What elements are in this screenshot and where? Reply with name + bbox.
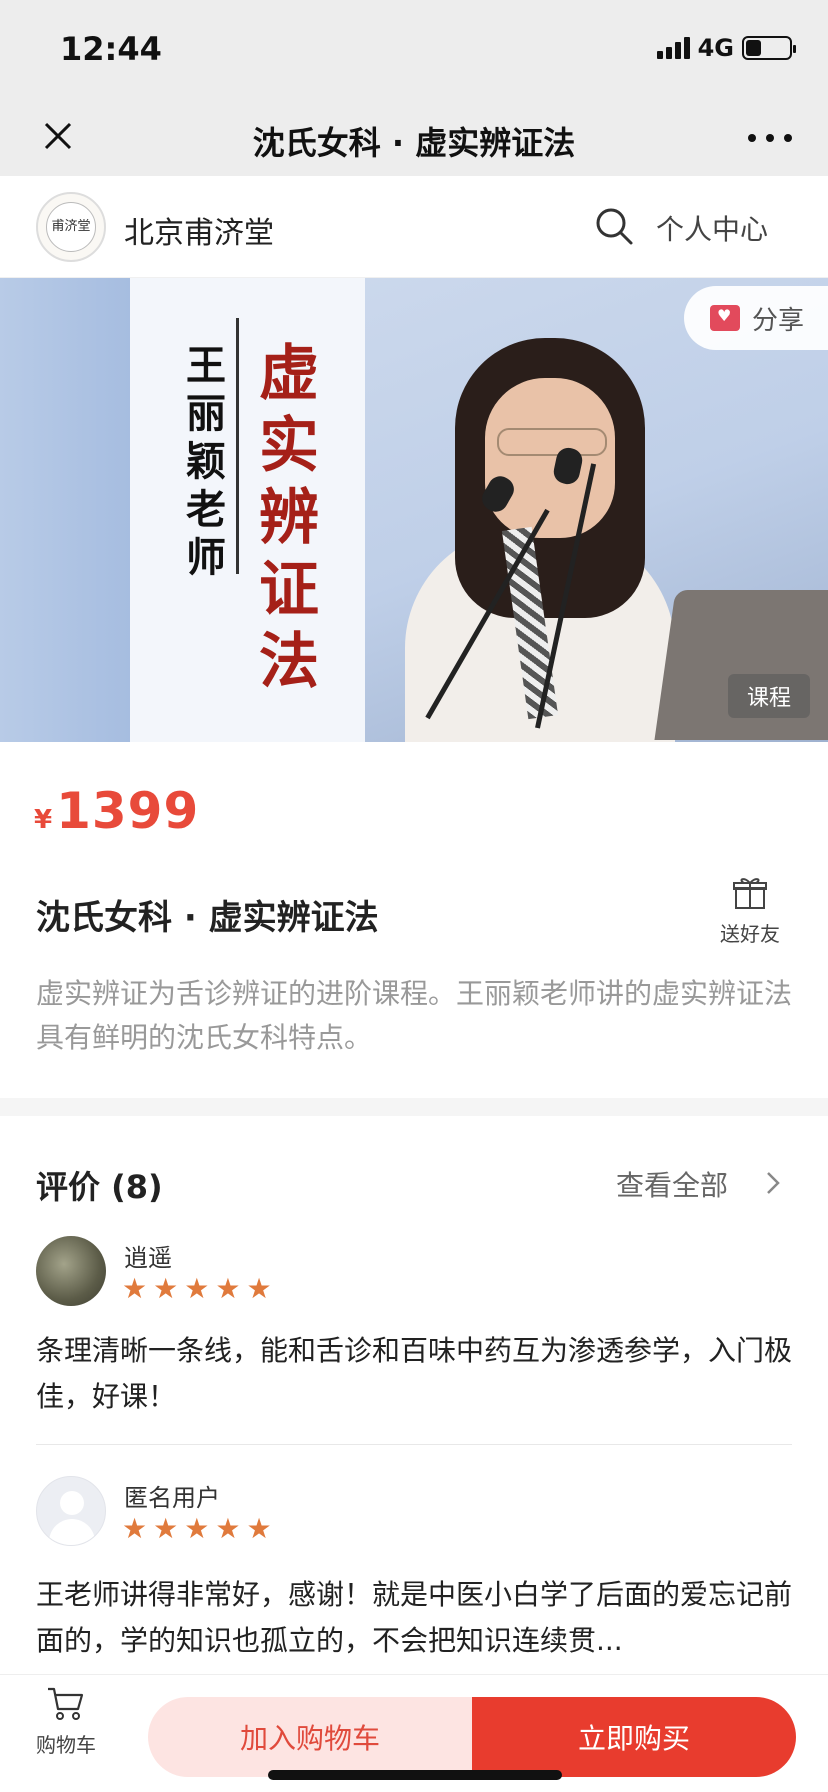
view-all-reviews-link[interactable]: 查看全部	[616, 1164, 728, 1204]
avatar	[36, 1476, 106, 1546]
network-label: 4G	[697, 34, 734, 62]
gift-label: 送好友	[720, 922, 780, 946]
section-divider	[0, 1098, 828, 1116]
page-title: 沈氏女科 · 虚实辨证法	[252, 124, 576, 162]
star-icon: ★	[122, 1512, 148, 1545]
gift-to-friend-button[interactable]: 送好友	[710, 872, 790, 947]
star-icon: ★	[246, 1272, 272, 1305]
shopping-cart-icon	[48, 1687, 84, 1720]
price-value: 1399	[56, 782, 200, 840]
course-banner: 王丽颖老师 虚实辨证法 分享 课程	[0, 278, 828, 742]
banner-divider-line	[236, 318, 239, 574]
star-icon: ★	[246, 1512, 272, 1545]
avatar	[36, 1236, 106, 1306]
banner-course-title: 虚实辨证法	[259, 339, 319, 697]
star-icon: ★	[122, 1272, 148, 1305]
reviews-title: 评价 (8)	[36, 1168, 163, 1206]
star-icon: ★	[184, 1272, 210, 1305]
share-icon	[710, 305, 740, 331]
chevron-right-icon[interactable]	[764, 1170, 782, 1196]
add-to-cart-button[interactable]: 加入购物车	[148, 1697, 472, 1777]
star-icon: ★	[153, 1512, 179, 1545]
nav-bar: 沈氏女科 · 虚实辨证法	[0, 100, 828, 176]
share-button[interactable]: 分享	[684, 286, 828, 350]
course-type-badge: 课程	[728, 674, 810, 718]
review-divider	[36, 1444, 792, 1445]
status-bar: 12:44 4G	[0, 0, 828, 100]
search-icon[interactable]	[592, 204, 636, 248]
star-rating: ★ ★ ★ ★ ★	[122, 1274, 272, 1304]
star-icon: ★	[215, 1512, 241, 1545]
profile-link[interactable]: 个人中心	[656, 208, 768, 248]
banner-background	[0, 278, 130, 742]
status-time: 12:44	[60, 30, 162, 68]
review-username: 匿名用户	[124, 1484, 220, 1512]
share-label: 分享	[752, 305, 805, 336]
cart-label: 购物车	[36, 1733, 96, 1757]
more-dots-icon[interactable]	[748, 118, 792, 158]
shop-name[interactable]: 北京甫济堂	[124, 208, 274, 252]
star-icon: ★	[184, 1512, 210, 1545]
price: ¥ 1399	[34, 782, 199, 840]
course-title: 沈氏女科 · 虚实辨证法	[36, 898, 379, 938]
cart-button[interactable]: 购物车	[30, 1685, 102, 1758]
review-username: 逍遥	[124, 1244, 172, 1272]
review-text: 王老师讲得非常好，感谢！就是中医小白学了后面的爱忘记前面的，学的知识也孤立的，不…	[36, 1578, 793, 1657]
shop-logo[interactable]: 甫济堂	[36, 192, 106, 262]
gift-icon	[733, 878, 767, 909]
banner-teacher-name: 王丽颖老师	[186, 343, 226, 581]
shop-header: 甫济堂 北京甫济堂 个人中心	[0, 176, 828, 278]
price-currency: ¥	[34, 805, 53, 835]
review-item: 匿名用户 ★ ★ ★ ★ ★ 王老师讲得非常好，感谢！就是中医小白学了后面的爱忘…	[36, 1476, 792, 1666]
buy-now-button[interactable]: 立即购买	[472, 1697, 796, 1777]
banner-text-panel	[130, 278, 365, 742]
shop-logo-text: 甫济堂	[46, 202, 96, 252]
home-indicator	[268, 1770, 562, 1780]
star-icon: ★	[215, 1272, 241, 1305]
status-indicators: 4G	[656, 34, 796, 62]
signal-icon	[656, 37, 690, 59]
course-description: 虚实辨证为舌诊辨证的进阶课程。王丽颖老师讲的虚实辨证法具有鲜明的沈氏女科特点。	[36, 977, 793, 1054]
battery-icon	[742, 36, 796, 60]
review-text: 条理清晰一条线，能和舌诊和百味中药互为渗透参学，入门极佳，好课！	[36, 1334, 793, 1413]
review-item: 逍遥 ★ ★ ★ ★ ★ 条理清晰一条线，能和舌诊和百味中药互为渗透参学，入门极…	[36, 1236, 792, 1436]
star-rating: ★ ★ ★ ★ ★	[122, 1514, 272, 1544]
star-icon: ★	[153, 1272, 179, 1305]
